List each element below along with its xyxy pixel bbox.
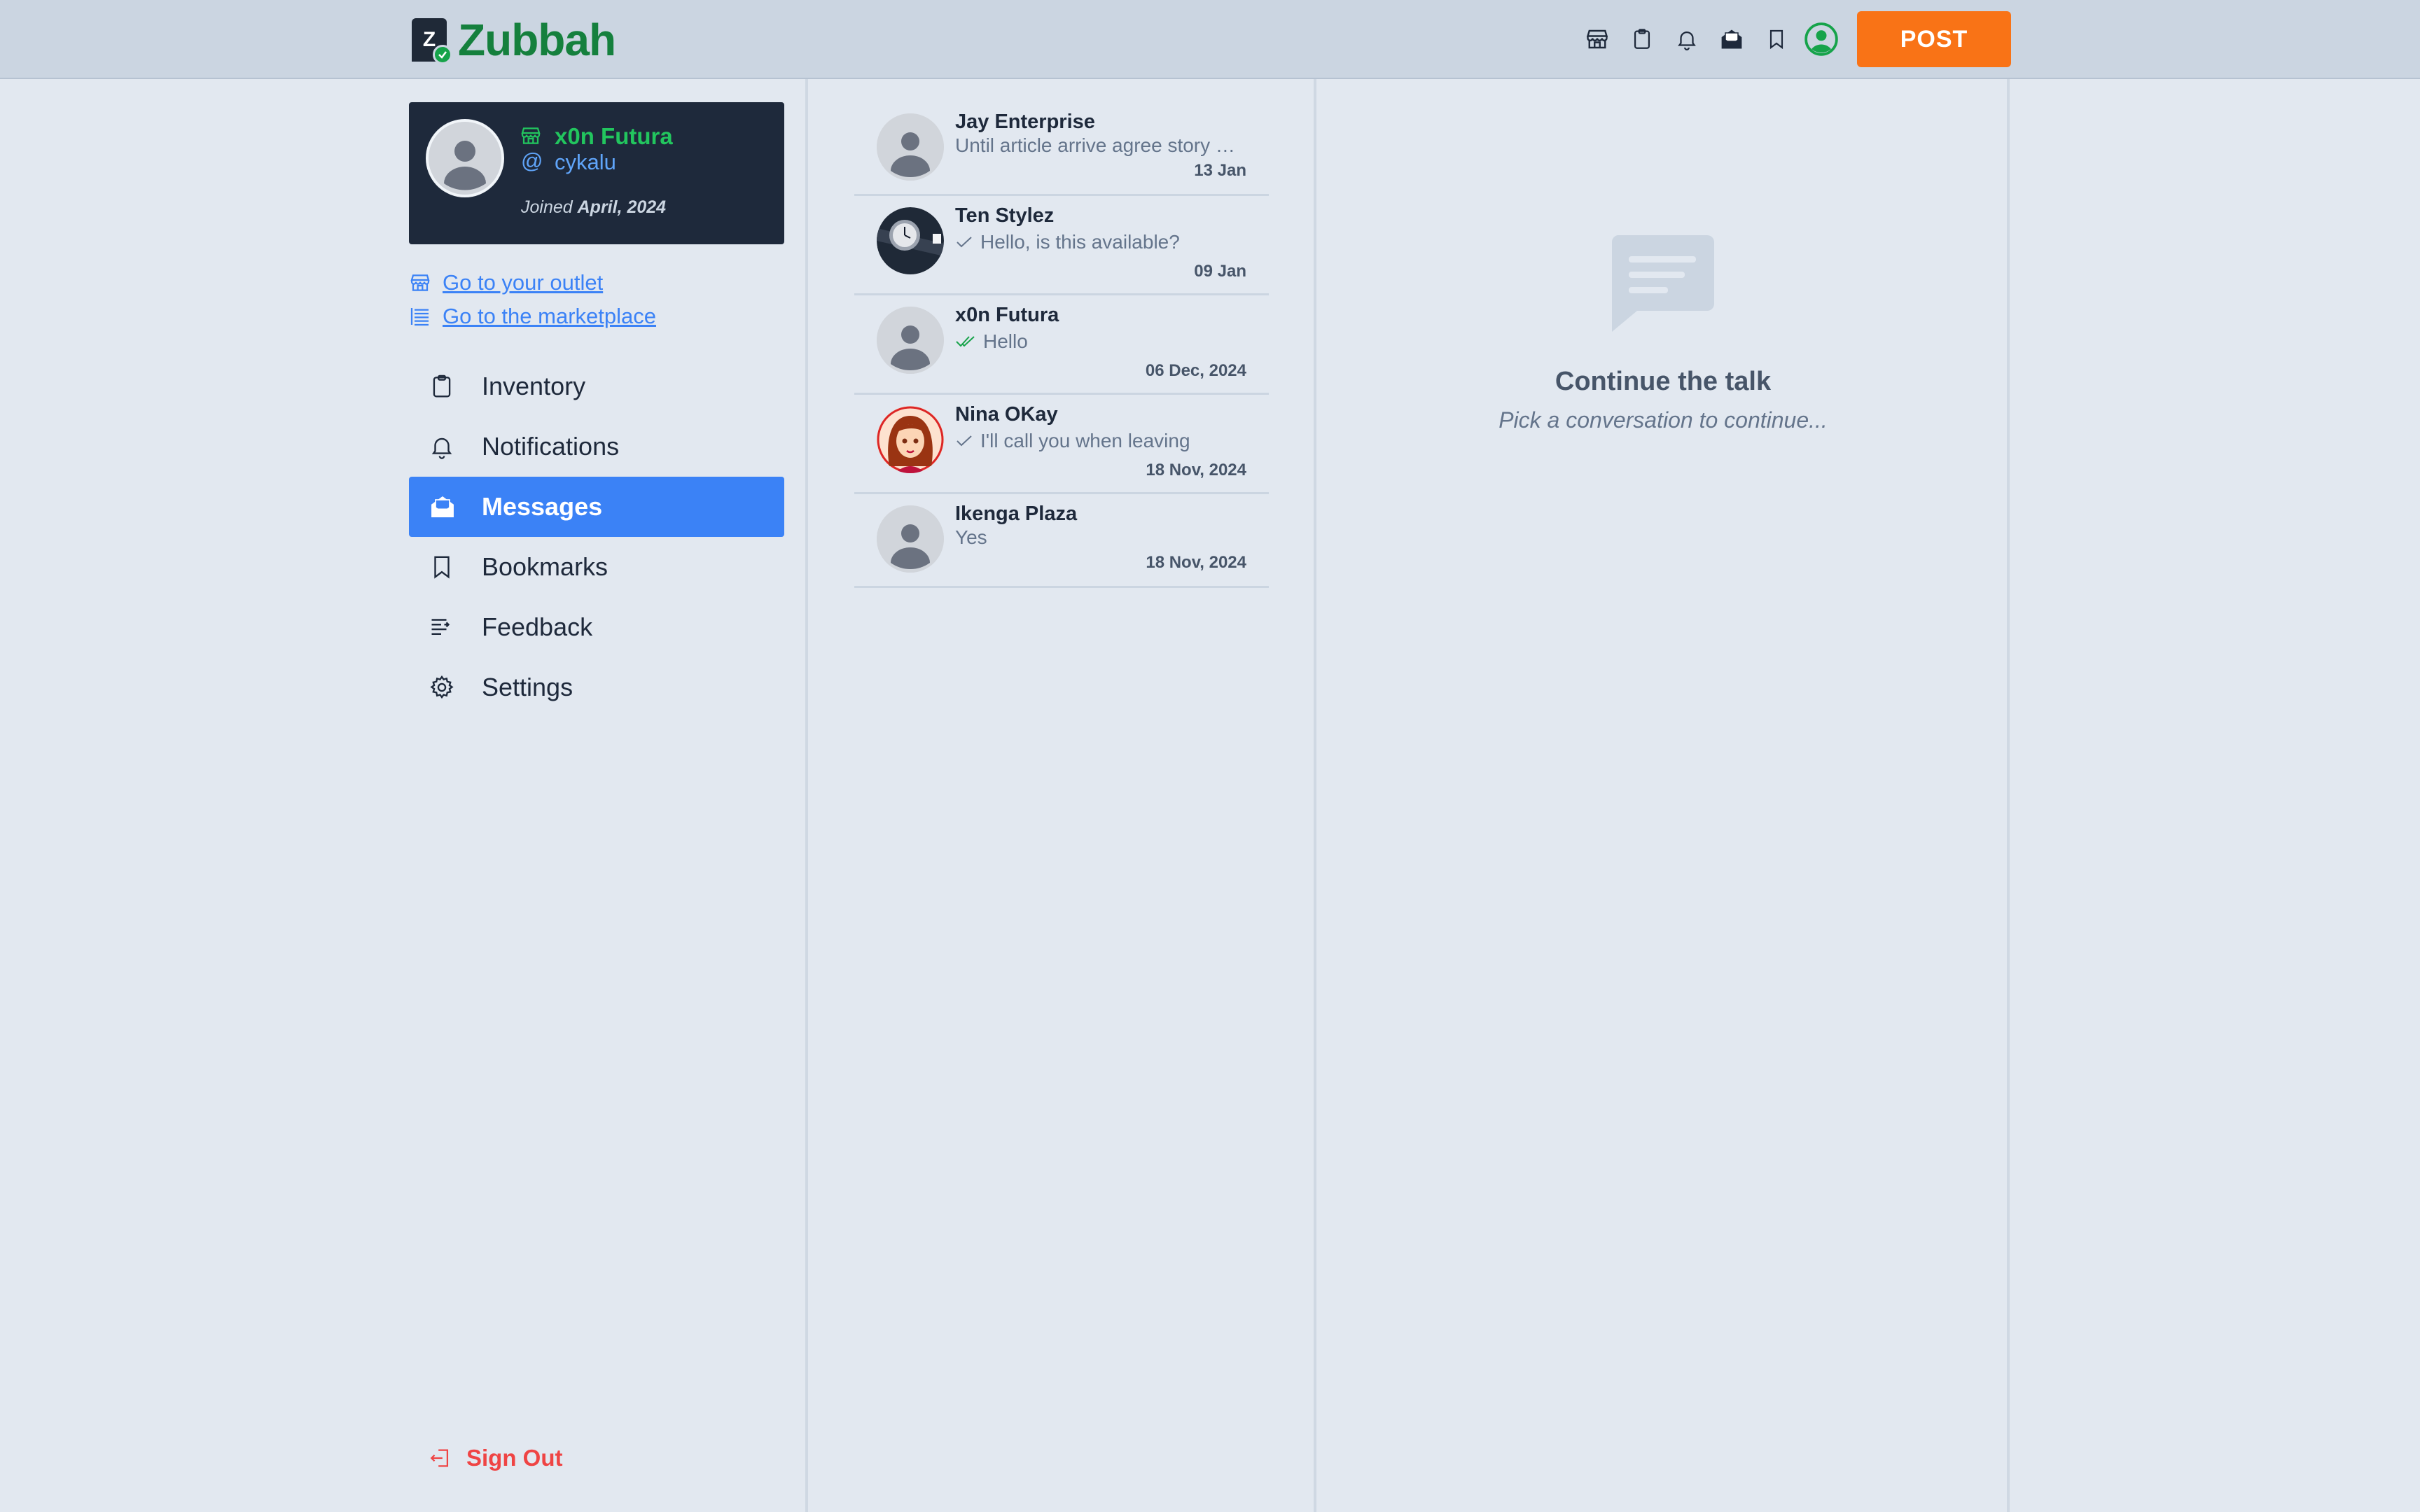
sidebar-item-label: Feedback: [482, 612, 593, 641]
list-icon: [410, 308, 429, 326]
bookmark-icon[interactable]: [1757, 20, 1796, 59]
check-icon: [955, 434, 973, 448]
post-button[interactable]: POST: [1857, 11, 2011, 67]
marketplace-link-label[interactable]: Go to the marketplace: [443, 304, 656, 329]
joined-value: April, 2024: [577, 197, 667, 217]
top-header: Z Zubbah POST: [0, 0, 2420, 79]
at-sign-icon: @: [521, 148, 543, 173]
profile-handle: cykalu: [555, 150, 616, 174]
avatar: [877, 113, 944, 181]
verified-check-icon: [433, 45, 452, 64]
store-icon[interactable]: [1578, 20, 1617, 59]
feedback-lines-icon: [429, 615, 471, 640]
sidebar-item-label: Messages: [482, 492, 603, 521]
sign-out-button[interactable]: Sign Out: [429, 1445, 562, 1471]
bookmark-icon: [429, 554, 471, 580]
conversation-preview-text: Hello, is this available?: [980, 231, 1180, 253]
conversation-date: 13 Jan: [1194, 161, 1246, 180]
conversation-name: Ikenga Plaza: [955, 503, 1078, 525]
profile-name: x0n Futura: [555, 123, 673, 149]
marketplace-link[interactable]: Go to the marketplace: [409, 304, 656, 329]
conversation-preview: Yes: [955, 526, 987, 548]
conversation-item[interactable]: Nina OKay I'll call you when leaving 18 …: [854, 395, 1269, 494]
avatar: [877, 505, 944, 573]
sidebar-item-notifications[interactable]: Notifications: [409, 416, 784, 477]
conversation-date: 06 Dec, 2024: [1145, 361, 1246, 380]
logo-letter: Z: [422, 28, 436, 51]
outlet-link-label[interactable]: Go to your outlet: [443, 270, 603, 295]
sign-out-icon: [430, 1449, 449, 1467]
conversation-preview: Until article arrive agree story …: [955, 134, 1235, 156]
outlet-link[interactable]: Go to your outlet: [409, 270, 603, 295]
conversation-date: 18 Nov, 2024: [1146, 553, 1246, 572]
check-icon: [955, 235, 973, 249]
avatar: [877, 307, 944, 374]
conversation-item[interactable]: Ikenga Plaza Yes 18 Nov, 2024: [854, 494, 1269, 588]
empty-state-title: Continue the talk: [1555, 367, 1772, 396]
envelope-open-icon[interactable]: [1712, 20, 1751, 59]
joined-prefix: Joined: [521, 197, 573, 217]
column-divider: [805, 79, 808, 1512]
sidebar-item-label: Bookmarks: [482, 552, 609, 581]
conversation-preview-text: Hello: [983, 330, 1028, 352]
bell-icon: [429, 433, 471, 460]
profile-card: x0n Futura @ cykalu Joined April, 2024: [409, 102, 784, 244]
conversation-name: Nina OKay: [955, 403, 1058, 426]
conversation-name: Ten Stylez: [955, 204, 1055, 227]
sidebar-item-feedback[interactable]: Feedback: [409, 597, 784, 657]
logo-mark-icon: Z: [412, 18, 452, 64]
double-check-icon: [955, 335, 976, 349]
conversation-date: 09 Jan: [1194, 262, 1246, 281]
sidebar-item-bookmarks[interactable]: Bookmarks: [409, 537, 784, 597]
clipboard-icon[interactable]: [1622, 20, 1662, 59]
gear-icon: [429, 674, 471, 701]
joined-date: Joined April, 2024: [521, 197, 666, 218]
conversation-date: 18 Nov, 2024: [1146, 461, 1246, 479]
sidebar-item-inventory[interactable]: Inventory: [409, 356, 784, 416]
sign-out-label: Sign Out: [466, 1445, 563, 1471]
conversation-preview-text: I'll call you when leaving: [980, 430, 1190, 451]
empty-state-subtitle: Pick a conversation to continue...: [1498, 407, 1828, 433]
watch-avatar: [877, 207, 944, 274]
store-icon: [520, 125, 542, 150]
sidebar-item-label: Notifications: [482, 432, 620, 461]
bell-icon[interactable]: [1667, 20, 1706, 59]
conversation-item[interactable]: Jay Enterprise Until article arrive agre…: [854, 102, 1269, 196]
conversation-preview: Hello: [955, 330, 1249, 353]
column-divider: [2007, 79, 2010, 1512]
envelope-open-icon: [429, 493, 471, 521]
store-icon: [410, 274, 430, 291]
conversation-item[interactable]: x0n Futura Hello 06 Dec, 2024: [854, 295, 1269, 395]
chat-bubble-icon: [1609, 234, 1716, 337]
conversation-preview: Hello, is this available?: [955, 231, 1249, 253]
conversation-name: x0n Futura: [955, 304, 1059, 326]
brand-name: Zubbah: [458, 15, 616, 65]
column-divider: [1314, 79, 1316, 1512]
conversation-item[interactable]: Ten Stylez Hello, is this available? 09 …: [854, 196, 1269, 295]
sidebar-item-label: Inventory: [482, 372, 586, 400]
sidebar-item-label: Settings: [482, 673, 573, 701]
conversation-name: Jay Enterprise: [955, 111, 1095, 133]
avatar[interactable]: [426, 119, 504, 197]
sidebar-item-messages[interactable]: Messages: [409, 477, 784, 537]
sidebar-item-settings[interactable]: Settings: [409, 657, 784, 718]
brand-logo[interactable]: Z Zubbah: [412, 15, 616, 65]
header-icon-bar: [1578, 20, 1841, 59]
conversation-preview: I'll call you when leaving: [955, 430, 1249, 452]
user-circle-icon[interactable]: [1802, 20, 1841, 59]
girl-avatar: [877, 406, 944, 473]
clipboard-icon: [429, 373, 471, 400]
